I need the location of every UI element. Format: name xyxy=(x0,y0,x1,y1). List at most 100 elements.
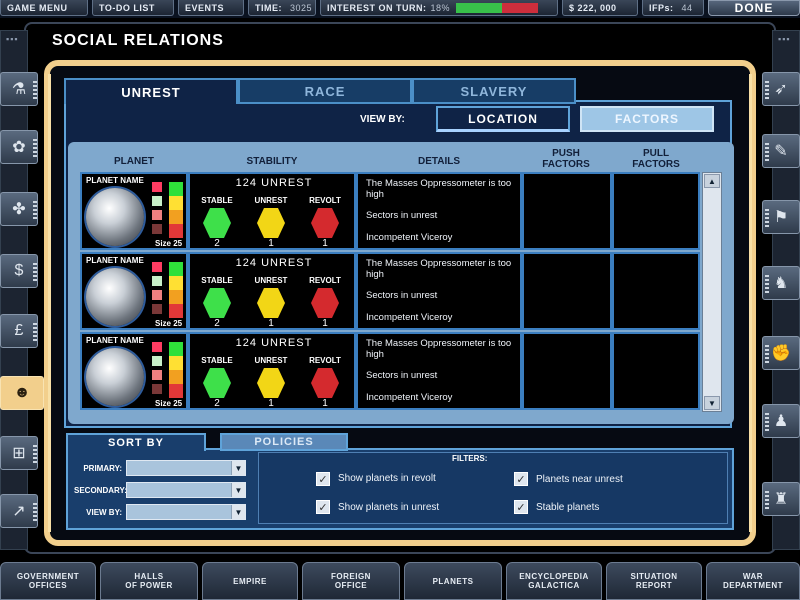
stable-count: 2 xyxy=(214,398,220,409)
right-grip-dots: ▪▪▪ xyxy=(778,34,791,44)
ifps-value: 44 xyxy=(681,2,693,13)
filter-near-checkbox[interactable]: ✓ xyxy=(514,472,528,486)
nav-planets[interactable]: PLANETS xyxy=(404,562,502,600)
spy-icon[interactable]: ♟ xyxy=(762,404,800,438)
detail-item: Incompetent Viceroy xyxy=(366,232,453,243)
interest-bar-green xyxy=(456,2,503,13)
colonist-icon[interactable]: ✤ xyxy=(0,192,38,226)
pound-icon[interactable]: £ xyxy=(0,314,38,348)
tab-unrest[interactable]: UNREST xyxy=(64,78,238,104)
factors-label: FACTORS xyxy=(614,112,680,126)
detail-item: The Masses Oppressometer is too high xyxy=(366,258,512,280)
details-cell: The Masses Oppressometer is too high Sec… xyxy=(356,172,522,250)
stability-cell: 124 UNREST STABLE UNREST REVOLT 2 1 1 xyxy=(188,332,356,410)
chevron-down-icon[interactable]: ▼ xyxy=(231,505,245,519)
nav-label: ENCYCLOPEDIA xyxy=(519,572,589,581)
pop-square-2 xyxy=(152,356,162,366)
money-display: $ 222, 000 xyxy=(562,0,638,16)
table-row[interactable]: PLANET NAME Size 25 124 UNREST STABLE UN… xyxy=(80,172,700,250)
pull-factors-cell xyxy=(612,332,700,410)
trend-chart-icon[interactable]: ↗ xyxy=(0,494,38,528)
pop-square-4 xyxy=(152,224,162,234)
lab-flask-icon[interactable]: ⚗ xyxy=(0,72,38,106)
wrench-icon[interactable]: ✎ xyxy=(762,134,800,168)
filter-stable-checkbox[interactable]: ✓ xyxy=(514,500,528,514)
table-row[interactable]: PLANET NAME Size 25 124 UNREST STABLE UN… xyxy=(80,252,700,330)
location-button[interactable]: LOCATION xyxy=(436,106,570,132)
scroll-down-icon[interactable]: ▼ xyxy=(704,396,720,410)
stable-label: STABLE xyxy=(201,356,233,365)
tab-slavery[interactable]: SLAVERY xyxy=(412,78,576,104)
pop-square-1 xyxy=(152,262,162,272)
planet-cell: PLANET NAME Size 25 xyxy=(80,172,188,250)
pop-square-4 xyxy=(152,304,162,314)
nav-label: OFFICE xyxy=(334,581,368,590)
detail-item: The Masses Oppressometer is too high xyxy=(366,338,512,360)
unrest-count: 1 xyxy=(268,398,274,409)
tab-policies[interactable]: POLICIES xyxy=(220,433,348,451)
nav-label: OF POWER xyxy=(125,581,173,590)
ifps-display: IFPs: 44 xyxy=(642,0,704,16)
col-details: DETAILS xyxy=(417,156,461,167)
details-cell: The Masses Oppressometer is too high Sec… xyxy=(356,332,522,410)
col-planet: PLANET xyxy=(114,156,154,167)
filter-revolt-checkbox[interactable]: ✓ xyxy=(316,472,330,486)
money-icon[interactable]: $ xyxy=(0,254,38,288)
revolt-label: REVOLT xyxy=(309,196,341,205)
nav-war-department[interactable]: WAR DEPARTMENT xyxy=(706,562,800,600)
table-scrollbar[interactable]: ▲ ▼ xyxy=(702,172,722,412)
tab-sort-by[interactable]: SORT BY xyxy=(66,433,206,451)
scroll-up-icon[interactable]: ▲ xyxy=(704,174,720,188)
nav-situation-report[interactable]: SITUATION REPORT xyxy=(606,562,702,600)
nav-empire[interactable]: EMPIRE xyxy=(202,562,298,600)
structure-icon[interactable]: ⊞ xyxy=(0,436,38,470)
todo-list-button[interactable]: TO-DO LIST xyxy=(92,0,174,16)
pop-square-4 xyxy=(152,384,162,394)
stability-meter xyxy=(169,262,183,318)
nav-encyclopedia-galactica[interactable]: ENCYCLOPEDIA GALACTICA xyxy=(506,562,602,600)
nav-label: WAR xyxy=(742,572,764,581)
nav-government-offices[interactable]: GOVERNMENT OFFICES xyxy=(0,562,96,600)
viewby-select[interactable]: ▼ xyxy=(126,504,246,520)
left-sidebar xyxy=(0,30,28,550)
view-by-label: VIEW BY: xyxy=(360,114,405,125)
table-row[interactable]: PLANET NAME Size 25 124 UNREST STABLE UN… xyxy=(80,332,700,410)
filter-near-label: Planets near unrest xyxy=(536,474,623,485)
ifps-label: IFPs: xyxy=(649,2,674,13)
col-pull: PULL FACTORS xyxy=(632,148,680,170)
filter-unrest-checkbox[interactable]: ✓ xyxy=(316,500,330,514)
primary-select[interactable]: ▼ xyxy=(126,460,246,476)
stable-hex xyxy=(203,208,231,238)
tab-race[interactable]: RACE xyxy=(238,78,412,104)
fist-icon[interactable]: ✊ xyxy=(762,336,800,370)
social-relations-icon[interactable]: ☻ xyxy=(0,376,44,410)
pop-square-2 xyxy=(152,196,162,206)
detail-item: Incompetent Viceroy xyxy=(366,312,453,323)
factors-button[interactable]: FACTORS xyxy=(580,106,714,132)
nav-foreign-office[interactable]: FOREIGN OFFICE xyxy=(302,562,400,600)
viewby-sort-label: VIEW BY: xyxy=(86,508,122,517)
starship-icon[interactable]: ➶ xyxy=(762,72,800,106)
game-menu-button[interactable]: GAME MENU xyxy=(0,0,88,16)
revolt-hex xyxy=(311,208,339,238)
filter-unrest-label: Show planets in unrest xyxy=(338,502,440,513)
events-button[interactable]: EVENTS xyxy=(178,0,244,16)
done-button[interactable]: DONE xyxy=(708,0,800,16)
secondary-label: SECONDARY: xyxy=(74,486,127,495)
stable-count: 2 xyxy=(214,238,220,249)
tab-unrest-label: UNREST xyxy=(121,84,181,100)
chevron-down-icon[interactable]: ▼ xyxy=(231,461,245,475)
revolt-label: REVOLT xyxy=(309,276,341,285)
planet-name: PLANET NAME xyxy=(86,256,144,265)
sort-tab-label: SORT BY xyxy=(108,437,164,449)
troops-icon[interactable]: ♞ xyxy=(762,266,800,300)
chevron-down-icon[interactable]: ▼ xyxy=(231,483,245,497)
brain-icon[interactable]: ✿ xyxy=(0,130,38,164)
unrest-hex xyxy=(257,208,285,238)
pop-square-1 xyxy=(152,182,162,192)
planet-size: Size 25 xyxy=(155,399,183,408)
fortress-icon[interactable]: ♜ xyxy=(762,482,800,516)
fleet-icon[interactable]: ⚑ xyxy=(762,200,800,234)
secondary-select[interactable]: ▼ xyxy=(126,482,246,498)
nav-halls-of-power[interactable]: HALLS OF POWER xyxy=(100,562,198,600)
